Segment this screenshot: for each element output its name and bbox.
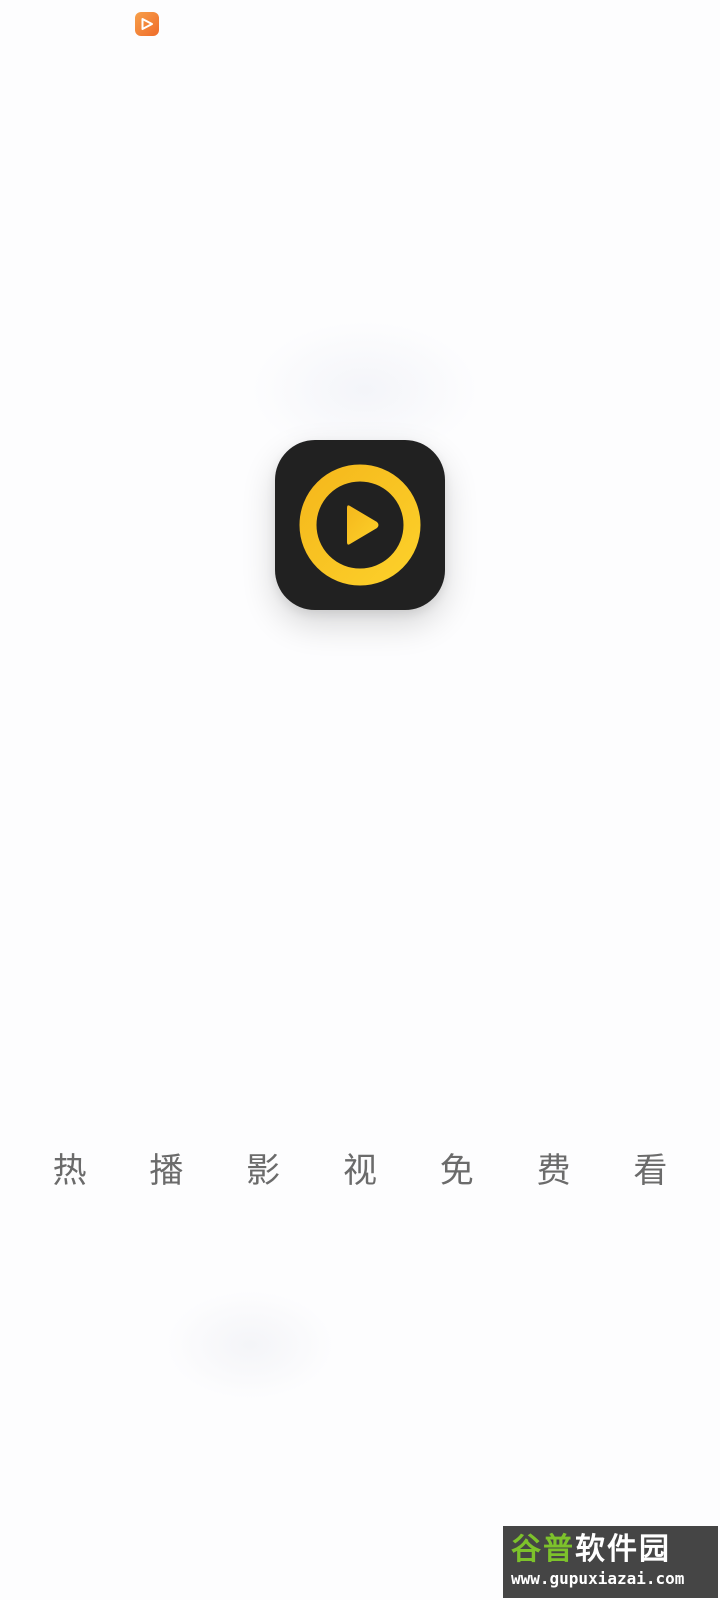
background-glow: [250, 320, 480, 460]
app-logo: [275, 440, 445, 610]
watermark-title-green: 谷普: [511, 1532, 575, 1567]
slogan-text: 热 播 影 视 免 费 看: [52, 1151, 694, 1191]
video-play-notification-icon: [135, 12, 159, 36]
splash-screen: 热 播 影 视 免 费 看 谷普软件园 www.gupuxiazai.com: [0, 0, 720, 1600]
yellow-ring-play-icon: [299, 464, 421, 586]
watermark-url: www.gupuxiazai.com: [511, 1569, 685, 1588]
watermark-title-white: 软件园: [575, 1532, 671, 1567]
watermark-title: 谷普软件园: [511, 1532, 712, 1568]
background-glow-bottom: [165, 1290, 335, 1400]
watermark: 谷普软件园 www.gupuxiazai.com: [503, 1526, 718, 1598]
